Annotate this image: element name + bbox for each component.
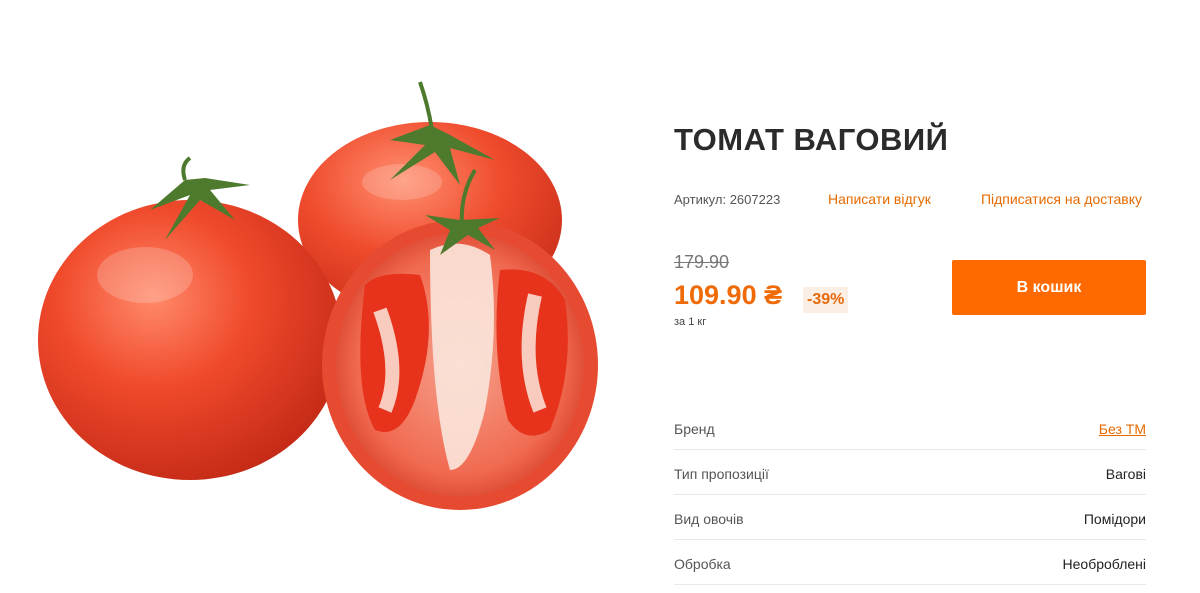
spec-row-brand: Бренд Без ТМ — [674, 405, 1146, 450]
product-image[interactable] — [30, 70, 610, 520]
spec-label: Вид овочів — [674, 511, 744, 527]
spec-label: Бренд — [674, 421, 715, 437]
discount-badge: -39% — [803, 287, 849, 313]
spec-value: Необроблені — [1062, 556, 1146, 572]
subscribe-delivery-link[interactable]: Підписатися на доставку — [981, 191, 1142, 207]
spec-row-processing: Обробка Необроблені — [674, 540, 1146, 585]
current-price: 109.90 ₴ — [674, 280, 783, 310]
product-sku: Артикул: 2607223 — [674, 192, 781, 207]
old-price: 179.90 — [674, 252, 730, 272]
spec-row-offer-type: Тип пропозиції Вагові — [674, 450, 1146, 495]
tomato-image — [38, 81, 598, 510]
price-unit: за 1 кг — [674, 316, 707, 328]
spec-label: Тип пропозиції — [674, 466, 769, 482]
spec-value: Вагові — [1105, 466, 1146, 482]
spec-row-vegetable-type: Вид овочів Помідори — [674, 495, 1146, 540]
spec-value: Помідори — [1083, 511, 1146, 527]
write-review-link[interactable]: Написати відгук — [828, 191, 931, 207]
specs-table: Бренд Без ТМ Тип пропозиції Вагові Вид о… — [674, 405, 1146, 585]
product-title: ТОМАТ ВАГОВИЙ — [674, 122, 949, 157]
product-info: ТОМАТ ВАГОВИЙ Артикул: 2607223 Написати … — [674, 0, 1146, 593]
product-meta: Артикул: 2607223 Написати відгук Підписа… — [674, 190, 1146, 210]
spec-value-brand-link[interactable]: Без ТМ — [1099, 421, 1146, 437]
spec-label: Обробка — [674, 556, 731, 572]
add-to-cart-button[interactable]: В кошик — [952, 260, 1146, 315]
